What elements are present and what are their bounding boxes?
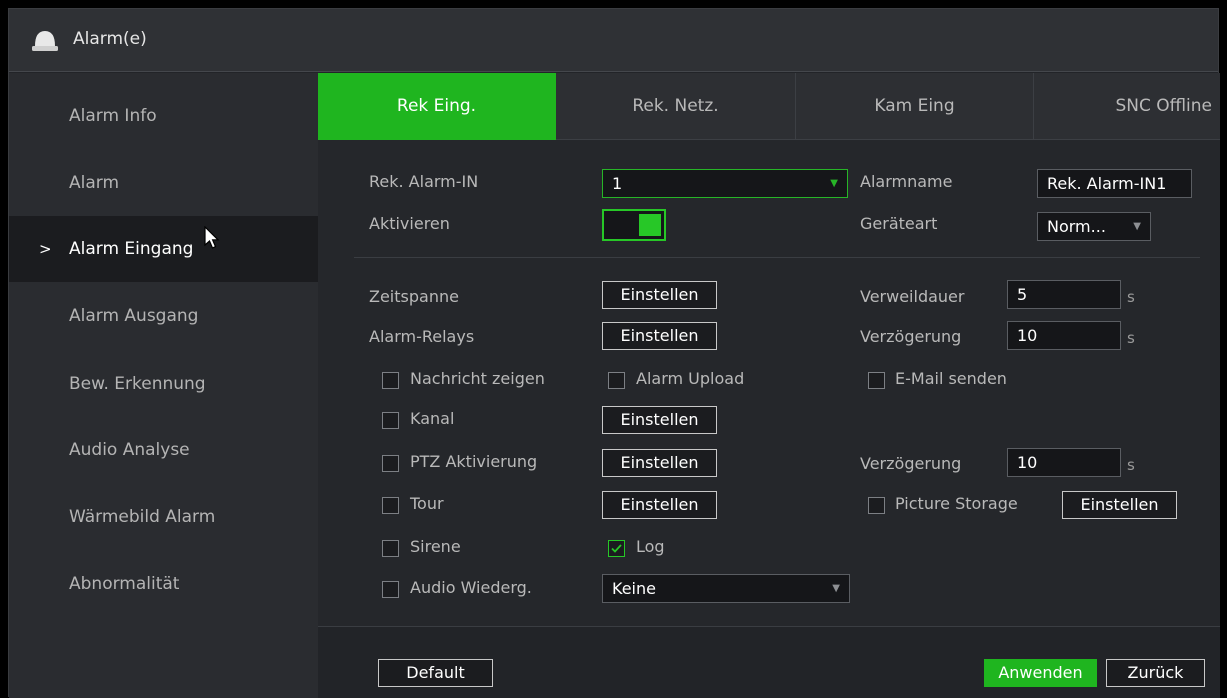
- ptz-label: PTZ Aktivierung: [410, 452, 538, 471]
- log-label: Log: [636, 537, 665, 556]
- tab-snc-offline[interactable]: SNC Offline: [1034, 73, 1220, 140]
- tab-rek-netz[interactable]: Rek. Netz.: [556, 73, 796, 140]
- sidebar: Alarm Info Alarm > Alarm Eingang Alarm A…: [9, 73, 318, 698]
- sidebar-item-bew-erkennung[interactable]: Bew. Erkennung: [9, 351, 318, 417]
- alarm-name-label: Alarmname: [860, 172, 953, 191]
- tab-kam-eing[interactable]: Kam Eing: [796, 73, 1034, 140]
- picture-storage-label: Picture Storage: [895, 494, 1018, 513]
- channel-checkbox[interactable]: [382, 412, 399, 429]
- tour-checkbox[interactable]: [382, 497, 399, 514]
- picture-storage-settings-button[interactable]: Einstellen: [1062, 491, 1177, 519]
- back-button[interactable]: Zurück: [1106, 659, 1205, 687]
- audio-select[interactable]: Keine ▼: [602, 574, 850, 603]
- sidebar-item-label: Audio Analyse: [69, 440, 190, 460]
- delay-label: Verzögerung: [860, 327, 962, 346]
- show-message-label: Nachricht zeigen: [410, 369, 545, 388]
- sidebar-item-alarm-eingang[interactable]: > Alarm Eingang: [9, 216, 318, 282]
- sidebar-item-label: Alarm Ausgang: [69, 306, 199, 326]
- tour-settings-button[interactable]: Einstellen: [602, 491, 717, 519]
- ptz-delay-label: Verzögerung: [860, 454, 962, 473]
- alarm-name-field[interactable]: Rek. Alarm-IN1: [1037, 169, 1192, 198]
- alarm-in-label: Rek. Alarm-IN: [369, 172, 479, 191]
- enable-toggle[interactable]: [602, 209, 666, 241]
- apply-button[interactable]: Anwenden: [984, 659, 1097, 687]
- relays-settings-button[interactable]: Einstellen: [602, 322, 717, 350]
- tab-rek-eing[interactable]: Rek Eing.: [318, 73, 556, 140]
- section-divider: [354, 257, 1200, 258]
- sidebar-item-label: Alarm Info: [69, 106, 157, 126]
- ptz-delay-field[interactable]: 10: [1007, 448, 1121, 477]
- sidebar-item-label: Alarm: [69, 173, 120, 193]
- picture-storage-checkbox[interactable]: [868, 497, 885, 514]
- content-panel: Rek Eing. Rek. Netz. Kam Eing SNC Offlin…: [318, 73, 1220, 698]
- send-email-label: E-Mail senden: [895, 369, 1007, 388]
- period-settings-button[interactable]: Einstellen: [602, 281, 717, 309]
- channel-label: Kanal: [410, 409, 455, 428]
- relays-label: Alarm-Relays: [369, 327, 475, 346]
- chevron-down-icon: ▼: [1133, 221, 1141, 232]
- toggle-knob: [639, 214, 661, 236]
- tab-label: Rek. Netz.: [632, 96, 719, 116]
- device-type-label: Geräteart: [860, 214, 938, 233]
- sidebar-item-alarm-info[interactable]: Alarm Info: [9, 83, 318, 149]
- sidebar-item-waermebild-alarm[interactable]: Wärmebild Alarm: [9, 484, 318, 550]
- delay-field[interactable]: 10: [1007, 321, 1121, 350]
- audio-label: Audio Wiederg.: [410, 578, 532, 597]
- chevron-right-icon: >: [39, 240, 52, 258]
- delay-unit: s: [1127, 329, 1135, 347]
- sidebar-item-label: Abnormalität: [69, 574, 180, 594]
- send-email-checkbox[interactable]: [868, 372, 885, 389]
- sidebar-item-audio-analyse[interactable]: Audio Analyse: [9, 417, 318, 483]
- tour-label: Tour: [410, 494, 444, 513]
- sidebar-item-label: Bew. Erkennung: [69, 374, 206, 394]
- tab-label: Kam Eing: [874, 96, 955, 116]
- chevron-down-icon: ▼: [832, 583, 840, 594]
- ptz-delay-unit: s: [1127, 456, 1135, 474]
- alarm-in-value: 1: [612, 174, 623, 193]
- window-title: Alarm(e): [73, 29, 147, 49]
- siren-checkbox[interactable]: [382, 540, 399, 557]
- log-checkbox[interactable]: [608, 540, 625, 557]
- alarm-upload-checkbox[interactable]: [608, 372, 625, 389]
- sidebar-item-alarm[interactable]: Alarm: [9, 150, 318, 216]
- alarm-bell-icon: [32, 31, 58, 51]
- checkmark-icon: [611, 544, 622, 553]
- device-type-value: Norm...: [1047, 217, 1106, 236]
- period-label: Zeitspanne: [369, 287, 459, 306]
- siren-label: Sirene: [410, 537, 461, 556]
- channel-settings-button[interactable]: Einstellen: [602, 406, 717, 434]
- sidebar-item-label: Wärmebild Alarm: [69, 507, 216, 527]
- alarm-in-select[interactable]: 1 ▼: [602, 169, 848, 198]
- sidebar-item-label: Alarm Eingang: [69, 239, 194, 259]
- dwell-label: Verweildauer: [860, 287, 965, 306]
- chevron-down-icon: ▼: [830, 178, 838, 189]
- ptz-settings-button[interactable]: Einstellen: [602, 449, 717, 477]
- footer-bar: Default Anwenden Zurück: [318, 626, 1220, 698]
- show-message-checkbox[interactable]: [382, 372, 399, 389]
- tab-label: Rek Eing.: [396, 96, 477, 116]
- dwell-field[interactable]: 5: [1007, 280, 1121, 309]
- device-type-select[interactable]: Norm... ▼: [1037, 212, 1151, 241]
- dwell-unit: s: [1127, 288, 1135, 306]
- sidebar-item-alarm-ausgang[interactable]: Alarm Ausgang: [9, 283, 318, 349]
- tab-label: SNC Offline: [1115, 96, 1212, 116]
- alarm-upload-label: Alarm Upload: [636, 369, 745, 388]
- sidebar-item-abnormalitaet[interactable]: Abnormalität: [9, 551, 318, 617]
- alarm-window: Alarm(e) Alarm Info Alarm > Alarm Eingan…: [8, 8, 1220, 698]
- title-bar: Alarm(e): [9, 9, 1218, 72]
- default-button[interactable]: Default: [378, 659, 493, 687]
- audio-value: Keine: [612, 579, 656, 598]
- mouse-cursor-icon: [204, 226, 220, 249]
- ptz-checkbox[interactable]: [382, 455, 399, 472]
- enable-label: Aktivieren: [369, 214, 450, 233]
- audio-checkbox[interactable]: [382, 581, 399, 598]
